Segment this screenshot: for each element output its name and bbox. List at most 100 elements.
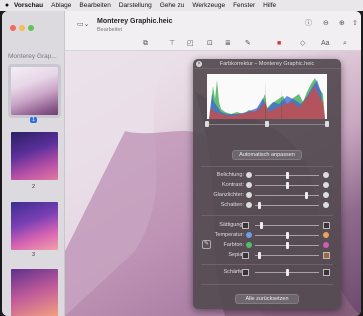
shapes-icon[interactable]: ⊡ — [207, 40, 213, 48]
sharpness-slider-knob[interactable] — [286, 269, 289, 276]
zoom-window-button[interactable] — [28, 25, 34, 31]
thumbnail-page-4[interactable] — [11, 269, 58, 316]
tint-green-icon — [246, 242, 252, 248]
sharpness-row: Schärfe: — [193, 268, 341, 277]
markup-icon[interactable]: ✎ — [245, 40, 251, 48]
contrast-row: Kontrast: — [193, 181, 341, 190]
temperature-row: Temperatur: — [193, 231, 341, 240]
saturation-slider-knob[interactable] — [259, 222, 263, 229]
menu-ablage[interactable]: Ablage — [51, 2, 71, 9]
tint-magenta-icon — [323, 242, 329, 248]
thumbnail-page-3[interactable] — [11, 202, 58, 250]
exposure-low-icon — [246, 172, 252, 178]
page-number-3: 3 — [31, 252, 36, 258]
menu-bearbeiten[interactable]: Bearbeiten — [79, 2, 110, 9]
highlights-low-icon — [246, 192, 252, 198]
align-icon[interactable]: ≣ — [225, 40, 231, 48]
search-icon[interactable]: ⌕ — [343, 40, 347, 48]
sidebar-title: Monterey Grap... — [8, 53, 57, 60]
panel-title: Farbkorrektur – Monterey Graphic.heic — [219, 61, 315, 67]
saturation-low-icon — [242, 222, 249, 229]
exposure-slider-knob[interactable] — [286, 172, 289, 179]
share-icon[interactable]: ⇧ — [352, 20, 358, 28]
contrast-low-icon — [246, 182, 252, 188]
shadows-label: Schatten: — [220, 202, 244, 208]
saturation-high-icon — [323, 222, 330, 229]
temperature-warm-icon — [323, 232, 329, 238]
zoom-out-icon[interactable]: ⊖ — [323, 20, 329, 28]
thumbnail-page-2[interactable] — [11, 132, 58, 180]
menu-darstellung[interactable]: Darstellung — [119, 2, 152, 9]
reset-all-button[interactable]: Alle zurücksetzen — [235, 294, 299, 304]
text-select-icon[interactable]: ⊤ — [169, 40, 175, 48]
thumbnail-page-1[interactable] — [8, 64, 61, 118]
temperature-cool-icon — [246, 232, 252, 238]
highlights-label: Glanzlichter: — [213, 192, 244, 198]
highlights-row: Glanzlichter: — [193, 191, 341, 200]
exposure-label: Belichtung: — [216, 172, 244, 178]
text-style-icon[interactable]: Aa — [321, 40, 330, 48]
temperature-slider-knob[interactable] — [286, 232, 289, 239]
tint-slider-knob[interactable] — [286, 242, 289, 249]
menu-fenster[interactable]: Fenster — [233, 2, 255, 9]
sepia-row: Sepia: — [193, 251, 341, 260]
sepia-slider[interactable] — [255, 255, 319, 256]
saturation-label: Sättigung: — [219, 222, 244, 228]
toolbar: ▭⌄ Monterey Graphic.heic Bearbeitet ⓘ ⊖ … — [65, 11, 361, 51]
temperature-label: Temperatur: — [214, 232, 244, 238]
thumbnail-view-icon[interactable]: ⧉ — [143, 40, 148, 48]
border-color-icon[interactable]: ■ — [277, 40, 281, 48]
sharpness-low-icon — [242, 269, 249, 276]
auto-adjust-button[interactable]: Automatisch anpassen — [232, 150, 302, 160]
page-number-2: 2 — [31, 184, 36, 190]
exposure-row: Belichtung: — [193, 171, 341, 180]
info-icon[interactable]: ⓘ — [305, 20, 312, 28]
close-window-button[interactable] — [10, 25, 16, 31]
divider — [201, 284, 333, 285]
document-subtitle: Bearbeitet — [97, 27, 123, 33]
sharpness-label: Schärfe: — [223, 269, 244, 275]
levels-black-handle[interactable] — [205, 121, 209, 127]
highlights-slider-knob[interactable] — [304, 192, 308, 199]
sepia-slider-knob[interactable] — [258, 252, 262, 259]
document-title: Monterey Graphic.heic — [97, 18, 173, 25]
sidebar: Monterey Grap... 1 2 3 — [2, 11, 65, 316]
shadows-slider[interactable] — [255, 205, 319, 206]
divider — [201, 264, 333, 265]
adjust-color-icon[interactable]: ◰ — [187, 40, 194, 48]
contrast-high-icon — [323, 182, 329, 188]
saturation-row: Sättigung: — [193, 221, 341, 230]
shadows-high-icon — [323, 202, 329, 208]
sharpness-high-icon — [323, 269, 330, 276]
saturation-slider[interactable] — [255, 225, 319, 226]
menu-gehe-zu[interactable]: Gehe zu — [160, 2, 185, 9]
sepia-high-icon — [323, 252, 330, 259]
eyedropper-icon[interactable]: ✎ — [202, 240, 211, 249]
divider — [201, 215, 333, 216]
menu-hilfe[interactable]: Hilfe — [263, 2, 276, 9]
shadows-slider-knob[interactable] — [258, 202, 262, 209]
fill-color-icon[interactable]: ◇ — [300, 40, 305, 48]
sidebar-icon[interactable]: ▭⌄ — [77, 21, 89, 29]
panel-header: × Farbkorrektur – Monterey Graphic.heic — [193, 59, 341, 69]
shadows-row: Schatten: — [193, 201, 341, 210]
highlights-slider[interactable] — [255, 195, 319, 196]
levels-white-handle[interactable] — [325, 121, 329, 127]
contrast-slider-knob[interactable] — [286, 182, 289, 189]
page-number-1: 1 — [29, 117, 38, 123]
divider — [201, 166, 333, 167]
minimize-window-button[interactable] — [19, 25, 25, 31]
contrast-label: Kontrast: — [221, 182, 244, 188]
menu-vorschau[interactable]: Vorschau — [14, 2, 43, 9]
sepia-low-icon — [242, 252, 249, 259]
apple-menu-icon[interactable]: ● — [0, 2, 14, 9]
color-adjust-panel: × Farbkorrektur – Monterey Graphic.heic … — [193, 59, 341, 309]
zoom-in-icon[interactable]: ⊕ — [339, 20, 345, 28]
tint-label: Farbton: — [223, 242, 244, 248]
shadows-low-icon — [246, 202, 252, 208]
menu-bar: ● Vorschau Ablage Bearbeiten Darstellung… — [0, 0, 363, 11]
menu-werkzeuge[interactable]: Werkzeuge — [192, 2, 225, 9]
levels-mid-handle[interactable] — [265, 121, 269, 127]
tint-row: Farbton: — [193, 241, 341, 250]
exposure-high-icon — [323, 172, 329, 178]
